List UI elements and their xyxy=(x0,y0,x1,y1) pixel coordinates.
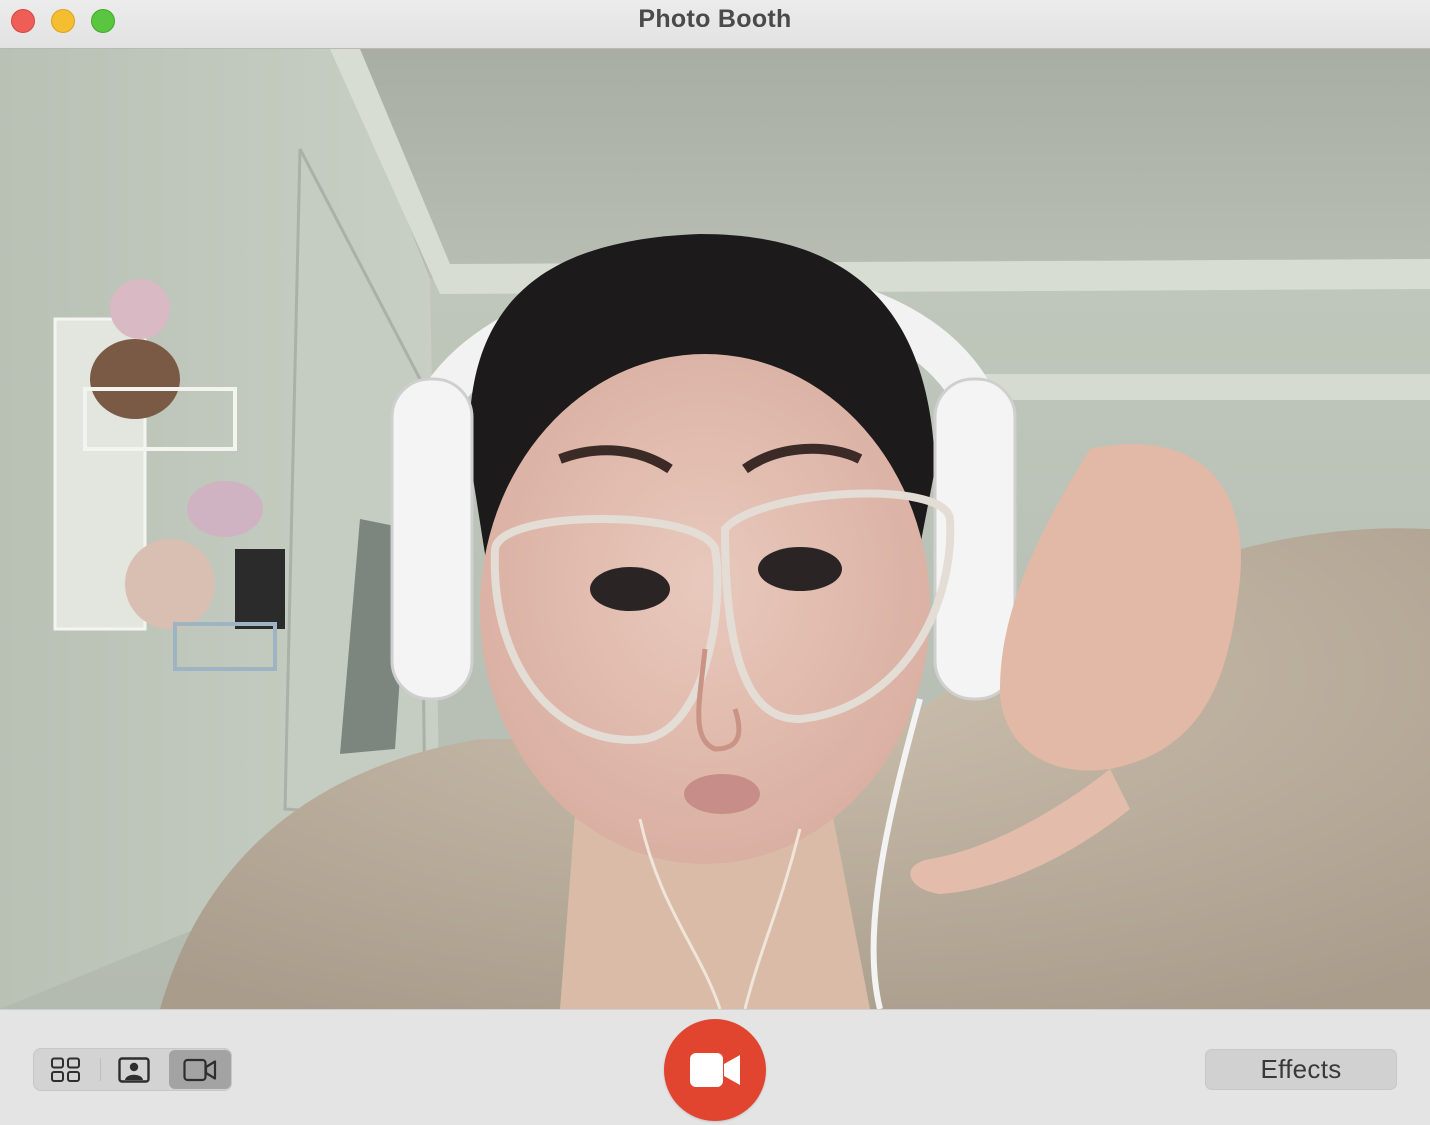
title-bar[interactable]: Photo Booth xyxy=(0,0,1430,49)
camera-preview xyxy=(0,49,1430,1009)
grid-icon xyxy=(51,1057,80,1082)
video-camera-icon xyxy=(690,1053,740,1087)
video-mode-button[interactable] xyxy=(169,1050,231,1089)
portrait-icon xyxy=(118,1056,150,1083)
single-photo-mode-button[interactable] xyxy=(103,1050,165,1089)
photo-booth-window: Photo Booth Effects xyxy=(0,0,1430,1125)
bottom-toolbar: Effects xyxy=(0,1009,1430,1125)
capture-mode-selector xyxy=(33,1048,232,1091)
camera-feed-image xyxy=(0,49,1430,1009)
effects-button[interactable]: Effects xyxy=(1205,1049,1397,1090)
four-up-mode-button[interactable] xyxy=(35,1050,97,1089)
window-title: Photo Booth xyxy=(638,5,792,33)
video-camera-icon xyxy=(183,1058,217,1081)
record-button[interactable] xyxy=(664,1019,766,1121)
mode-divider xyxy=(100,1058,101,1081)
